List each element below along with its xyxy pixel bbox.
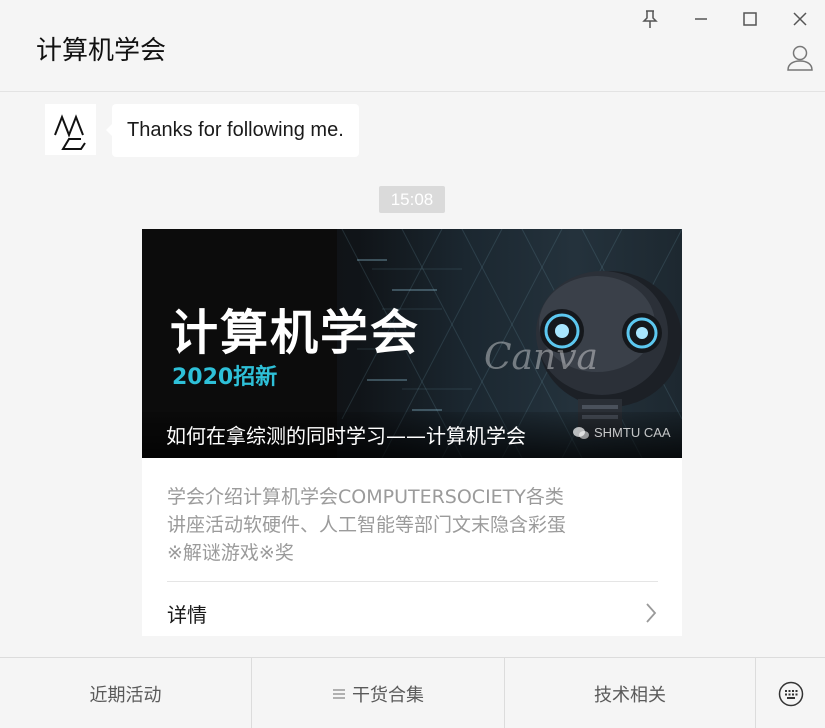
- menu-item-label: 近期活动: [89, 684, 162, 706]
- chat-header: 计算机学会: [0, 0, 825, 92]
- summary-line: 讲座活动软硬件、人工智能等部门文末隐含彩蛋: [167, 514, 567, 536]
- pin-icon[interactable]: [637, 6, 663, 32]
- message-text: Thanks for following me.: [127, 119, 344, 141]
- chevron-right-icon: [646, 603, 657, 623]
- page-title: 计算机学会: [36, 36, 167, 66]
- menu-item-tech[interactable]: 技术相关: [505, 658, 756, 728]
- article-cover-image: 计算机学会 2020招新 Canva 如何在拿综测的同时学习——计算机学会 SH…: [142, 229, 682, 458]
- keyboard-icon[interactable]: [756, 658, 825, 728]
- details-link[interactable]: 详情: [167, 593, 658, 633]
- chat-area: Thanks for following me. 15:08 计算机学会 202…: [0, 92, 825, 657]
- close-icon[interactable]: [787, 6, 813, 32]
- summary-line: ※解谜游戏※奖: [167, 542, 294, 564]
- minimize-icon[interactable]: [688, 6, 714, 32]
- canva-watermark: Canva: [484, 337, 598, 378]
- menu-lines-icon: [333, 688, 345, 699]
- article-summary: 学会介绍计算机学会COMPUTERSOCIETY各类 讲座活动软硬件、人工智能等…: [167, 483, 637, 567]
- menu-item-recent-events[interactable]: 近期活动: [0, 658, 252, 728]
- mg-logo-icon[interactable]: [45, 104, 96, 155]
- bottom-menu: 近期活动 干货合集 技术相关: [0, 657, 825, 728]
- divider: [167, 581, 658, 582]
- menu-item-label: 干货合集: [352, 684, 424, 706]
- summary-line: 学会介绍计算机学会COMPUTERSOCIETY各类: [167, 486, 564, 508]
- message-bubble: Thanks for following me.: [106, 104, 359, 157]
- menu-item-label: 技术相关: [594, 684, 666, 706]
- source-watermark-text: SHMTU CAA: [594, 425, 671, 440]
- cover-subtitle: 2020招新: [172, 365, 278, 390]
- source-watermark: SHMTU CAA: [572, 425, 671, 440]
- maximize-icon[interactable]: [737, 6, 763, 32]
- article-card[interactable]: 计算机学会 2020招新 Canva 如何在拿综测的同时学习——计算机学会 SH…: [142, 229, 682, 636]
- article-headline: 如何在拿综测的同时学习——计算机学会: [166, 424, 526, 448]
- profile-icon[interactable]: [784, 42, 816, 74]
- timestamp: 15:08: [379, 186, 445, 213]
- menu-item-resources[interactable]: 干货合集: [252, 658, 505, 728]
- cover-title: 计算机学会: [170, 305, 421, 361]
- details-label: 详情: [167, 602, 207, 627]
- wechat-icon: [573, 426, 589, 439]
